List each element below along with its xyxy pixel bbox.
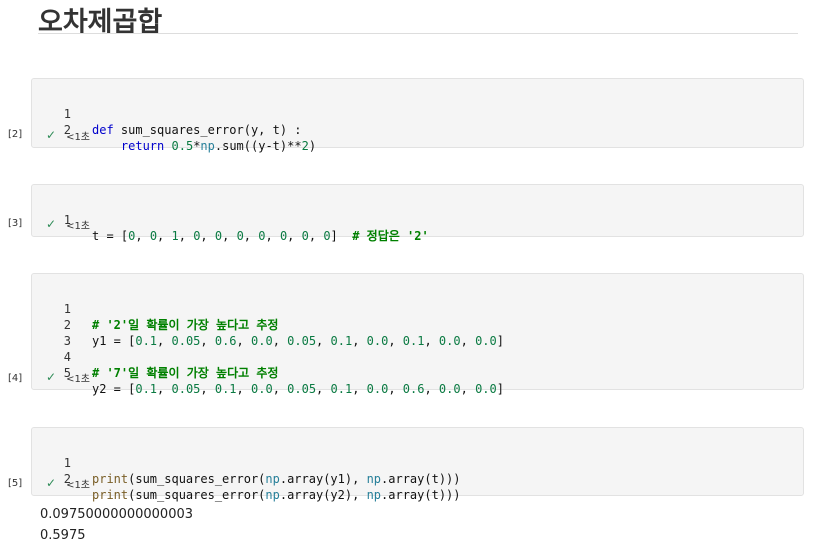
check-icon: ✓ bbox=[46, 128, 57, 142]
cell-status: ✓ <1초 bbox=[46, 128, 91, 143]
cell-status: ✓ <1초 bbox=[46, 370, 91, 385]
check-icon: ✓ bbox=[46, 217, 57, 231]
code-text: # '7'일 확률이 가장 높다고 추정 bbox=[92, 366, 279, 380]
status-time: <1초 bbox=[66, 479, 91, 491]
status-time: <1초 bbox=[66, 220, 91, 232]
cell-output-line: 0.5975 bbox=[40, 528, 86, 543]
code-line: 1 def sum_squares_error(y, t) : bbox=[32, 90, 803, 137]
code-line: 1 t = [0, 0, 1, 0, 0, 0, 0, 0, 0, 0] # 정… bbox=[32, 196, 803, 243]
execution-count: [5] bbox=[8, 478, 23, 489]
code-text: t = [0, 0, 1, 0, 0, 0, 0, 0, 0, 0] # 정답은… bbox=[92, 229, 429, 243]
code-line: 1 print(sum_squares_error(np.array(y1), … bbox=[32, 439, 803, 486]
code-editor[interactable]: 1 def sum_squares_error(y, t) : 2 return… bbox=[32, 90, 803, 153]
status-time: <1초 bbox=[66, 373, 91, 385]
code-line: 5 y2 = [0.1, 0.05, 0.1, 0.0, 0.05, 0.1, … bbox=[32, 349, 803, 396]
code-line: 2 y1 = [0.1, 0.05, 0.6, 0.0, 0.05, 0.1, … bbox=[32, 301, 803, 348]
code-editor[interactable]: 1 # '2'일 확률이 가장 높다고 추정 2 y1 = [0.1, 0.05… bbox=[32, 285, 803, 396]
title-divider bbox=[38, 33, 798, 34]
code-line: 4 # '7'일 확률이 가장 높다고 추정 bbox=[32, 333, 803, 380]
code-line: 3 bbox=[32, 317, 803, 348]
execution-count: [4] bbox=[8, 373, 23, 384]
code-editor[interactable]: 1 print(sum_squares_error(np.array(y1), … bbox=[32, 439, 803, 502]
execution-count: [2] bbox=[8, 129, 23, 140]
cell-status: ✓ <1초 bbox=[46, 476, 91, 491]
code-editor[interactable]: 1 t = [0, 0, 1, 0, 0, 0, 0, 0, 0, 0] # 정… bbox=[32, 196, 803, 243]
code-cell-5[interactable]: 1 print(sum_squares_error(np.array(y1), … bbox=[31, 427, 804, 502]
code-cell-3[interactable]: 1 t = [0, 0, 1, 0, 0, 0, 0, 0, 0, 0] # 정… bbox=[31, 184, 804, 243]
status-time: <1초 bbox=[66, 131, 91, 143]
execution-count: [3] bbox=[8, 218, 23, 229]
cell-output-line: 0.09750000000000003 bbox=[40, 507, 194, 522]
code-text: print(sum_squares_error(np.array(y1), np… bbox=[92, 472, 461, 486]
code-text: print(sum_squares_error(np.array(y2), np… bbox=[92, 488, 461, 502]
code-text: y2 = [0.1, 0.05, 0.1, 0.0, 0.05, 0.1, 0.… bbox=[92, 382, 504, 396]
check-icon: ✓ bbox=[46, 370, 57, 384]
code-cell-2[interactable]: 1 def sum_squares_error(y, t) : 2 return… bbox=[31, 78, 804, 153]
code-cell-4[interactable]: 1 # '2'일 확률이 가장 높다고 추정 2 y1 = [0.1, 0.05… bbox=[31, 273, 804, 396]
cell-status: ✓ <1초 bbox=[46, 217, 91, 232]
code-line: 1 # '2'일 확률이 가장 높다고 추정 bbox=[32, 285, 803, 332]
code-text: def sum_squares_error(y, t) : bbox=[92, 123, 302, 137]
code-line: 2 print(sum_squares_error(np.array(y2), … bbox=[32, 455, 803, 502]
code-text: return 0.5*np.sum((y-t)**2) bbox=[120, 139, 317, 153]
code-line: 2 return 0.5*np.sum((y-t)**2) bbox=[32, 106, 803, 153]
check-icon: ✓ bbox=[46, 476, 57, 490]
